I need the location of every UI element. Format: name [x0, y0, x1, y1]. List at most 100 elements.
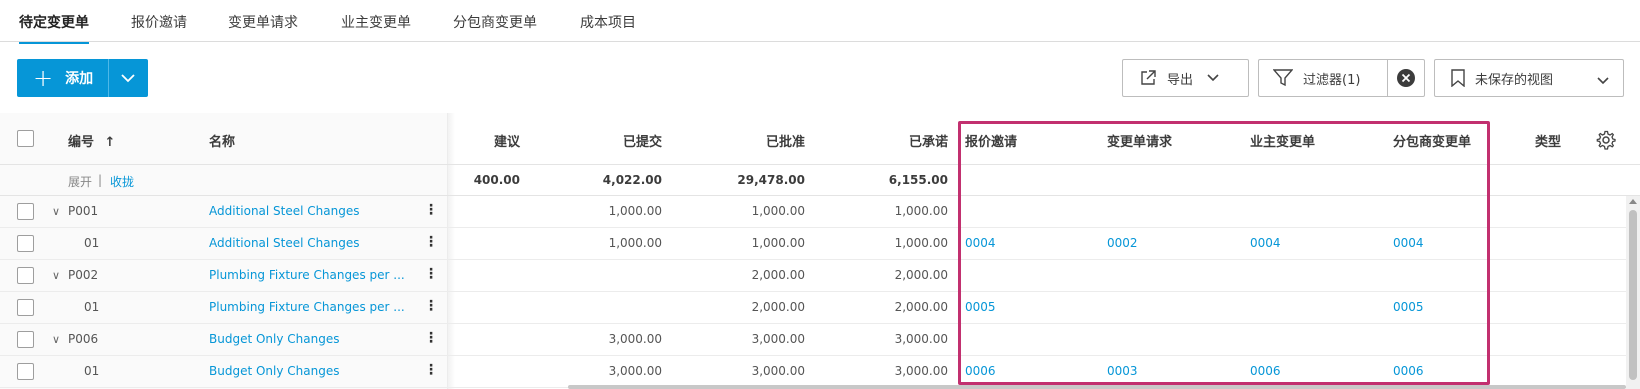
column-header-approved[interactable]: 已批准 [702, 131, 805, 150]
row-cor-link[interactable]: 0003 [1107, 364, 1138, 378]
column-header-sco[interactable]: 分包商变更单 [1393, 131, 1471, 150]
row-committed: 3,000.00 [894, 332, 948, 346]
gear-icon [1596, 130, 1616, 150]
row-name-link[interactable]: Additional Steel Changes [209, 236, 360, 250]
scroll-thumb[interactable] [1629, 210, 1637, 380]
row-rfq-link[interactable]: 0004 [965, 236, 996, 250]
chevron-down-icon [1597, 74, 1609, 89]
row-approved: 3,000.00 [751, 332, 805, 346]
row-number: 01 [84, 236, 100, 250]
column-header-committed[interactable]: 已承诺 [845, 131, 948, 150]
tab-rfq[interactable]: 报价邀请 [131, 12, 187, 32]
row-rfq-link[interactable]: 0006 [965, 364, 996, 378]
row-approved: 2,000.00 [751, 268, 805, 282]
row-name-link[interactable]: Budget Only Changes [209, 364, 339, 378]
table-row[interactable]: 01 Additional Steel Changes ⋮ 1,000.00 1… [0, 228, 1640, 260]
more-options-icon[interactable]: ⋮ [424, 202, 438, 218]
row-approved: 3,000.00 [751, 364, 805, 378]
row-name-link[interactable]: Plumbing Fixture Changes per ... [209, 268, 405, 282]
column-header-submitted[interactable]: 已提交 [560, 131, 662, 150]
row-committed: 1,000.00 [894, 236, 948, 250]
tab-cost-items[interactable]: 成本项目 [580, 12, 636, 32]
total-submitted: 4,022.00 [602, 173, 662, 187]
filter-button[interactable]: 过滤器(1) [1258, 59, 1388, 97]
chevron-down-icon[interactable]: ∨ [52, 205, 60, 218]
filter-icon [1273, 69, 1293, 87]
tab-pending-change-orders[interactable]: 待定变更单 [19, 12, 89, 44]
column-header-name[interactable]: 名称 [209, 131, 235, 150]
table-row[interactable]: 01 Plumbing Fixture Changes per ... ⋮ 2,… [0, 292, 1640, 324]
chevron-down-icon [1207, 71, 1219, 86]
table-row[interactable]: ∨ P001 Additional Steel Changes ⋮ 1,000.… [0, 196, 1640, 228]
column-header-cor[interactable]: 变更单请求 [1107, 131, 1172, 150]
row-committed: 2,000.00 [894, 268, 948, 282]
row-name-link[interactable]: Additional Steel Changes [209, 204, 360, 218]
total-proposed: 400.00 [473, 173, 520, 187]
row-number: P001 [68, 204, 99, 218]
chevron-down-icon[interactable]: ∨ [52, 269, 60, 282]
scroll-up-arrow-icon[interactable] [1629, 199, 1637, 204]
column-settings-button[interactable] [1596, 130, 1616, 154]
add-dropdown-button[interactable] [109, 59, 147, 97]
row-oco-link[interactable]: 0004 [1250, 236, 1281, 250]
filter-label: 过滤器(1) [1303, 72, 1361, 88]
row-committed: 3,000.00 [894, 364, 948, 378]
tab-change-order-requests[interactable]: 变更单请求 [228, 12, 298, 32]
table-row[interactable]: 01 Budget Only Changes ⋮ 3,000.00 3,000.… [0, 356, 1640, 388]
row-oco-link[interactable]: 0006 [1250, 364, 1281, 378]
select-all-checkbox[interactable] [17, 130, 34, 147]
row-checkbox[interactable] [17, 267, 34, 284]
change-order-table: 编号 ↑ 名称 建议 已提交 已批准 已承诺 报价邀请 变更单请求 业主变更单 … [0, 113, 1640, 389]
row-name-link[interactable]: Budget Only Changes [209, 332, 339, 346]
row-sco-link[interactable]: 0005 [1393, 300, 1424, 314]
chevron-down-icon[interactable]: ∨ [52, 333, 60, 346]
vertical-scrollbar[interactable] [1626, 196, 1640, 389]
summary-row: 展开 | 收拢 400.00 4,022.00 29,478.00 6,155.… [0, 165, 1640, 196]
row-name-link[interactable]: Plumbing Fixture Changes per ... [209, 300, 405, 314]
expand-all-link[interactable]: 展开 [68, 173, 92, 190]
tab-subcontractor-change-orders[interactable]: 分包商变更单 [453, 12, 537, 32]
row-approved: 1,000.00 [751, 204, 805, 218]
column-header-oco[interactable]: 业主变更单 [1250, 131, 1315, 150]
row-committed: 2,000.00 [894, 300, 948, 314]
column-header-number-label: 编号 [68, 135, 95, 150]
summary-separator: | [98, 173, 103, 187]
column-header-number[interactable]: 编号 ↑ [68, 131, 115, 150]
table-row[interactable]: ∨ P002 Plumbing Fixture Changes per ... … [0, 260, 1640, 292]
tab-owner-change-orders[interactable]: 业主变更单 [341, 12, 411, 32]
row-checkbox[interactable] [17, 331, 34, 348]
table-row[interactable]: ∨ P006 Budget Only Changes ⋮ 3,000.00 3,… [0, 324, 1640, 356]
row-cor-link[interactable]: 0002 [1107, 236, 1138, 250]
view-label: 未保存的视图 [1475, 72, 1554, 88]
row-submitted: 3,000.00 [608, 332, 662, 346]
row-number: P002 [68, 268, 99, 282]
more-options-icon[interactable]: ⋮ [424, 298, 438, 314]
more-options-icon[interactable]: ⋮ [424, 234, 438, 250]
export-icon [1139, 69, 1157, 87]
horizontal-scrollbar[interactable] [568, 385, 1626, 389]
row-checkbox[interactable] [17, 363, 34, 380]
more-options-icon[interactable]: ⋮ [424, 362, 438, 378]
row-approved: 2,000.00 [751, 300, 805, 314]
more-options-icon[interactable]: ⋮ [424, 266, 438, 282]
row-sco-link[interactable]: 0006 [1393, 364, 1424, 378]
row-rfq-link[interactable]: 0005 [965, 300, 996, 314]
column-header-proposed[interactable]: 建议 [440, 131, 520, 150]
add-button-group: + 添加 [17, 59, 148, 97]
column-header-type[interactable]: 类型 [1535, 131, 1561, 150]
table-header: 编号 ↑ 名称 建议 已提交 已批准 已承诺 报价邀请 变更单请求 业主变更单 … [0, 113, 1640, 165]
add-button[interactable]: + 添加 [17, 59, 109, 97]
row-number: 01 [84, 300, 100, 314]
collapse-all-link[interactable]: 收拢 [110, 173, 134, 190]
row-checkbox[interactable] [17, 203, 34, 220]
row-submitted: 1,000.00 [608, 204, 662, 218]
column-header-rfq[interactable]: 报价邀请 [965, 131, 1017, 150]
clear-filter-button[interactable] [1387, 59, 1425, 97]
export-button[interactable]: 导出 [1122, 59, 1249, 97]
view-selector[interactable]: 未保存的视图 [1434, 59, 1624, 97]
more-options-icon[interactable]: ⋮ [424, 330, 438, 346]
row-sco-link[interactable]: 0004 [1393, 236, 1424, 250]
row-checkbox[interactable] [17, 235, 34, 252]
row-checkbox[interactable] [17, 299, 34, 316]
total-committed: 6,155.00 [888, 173, 948, 187]
